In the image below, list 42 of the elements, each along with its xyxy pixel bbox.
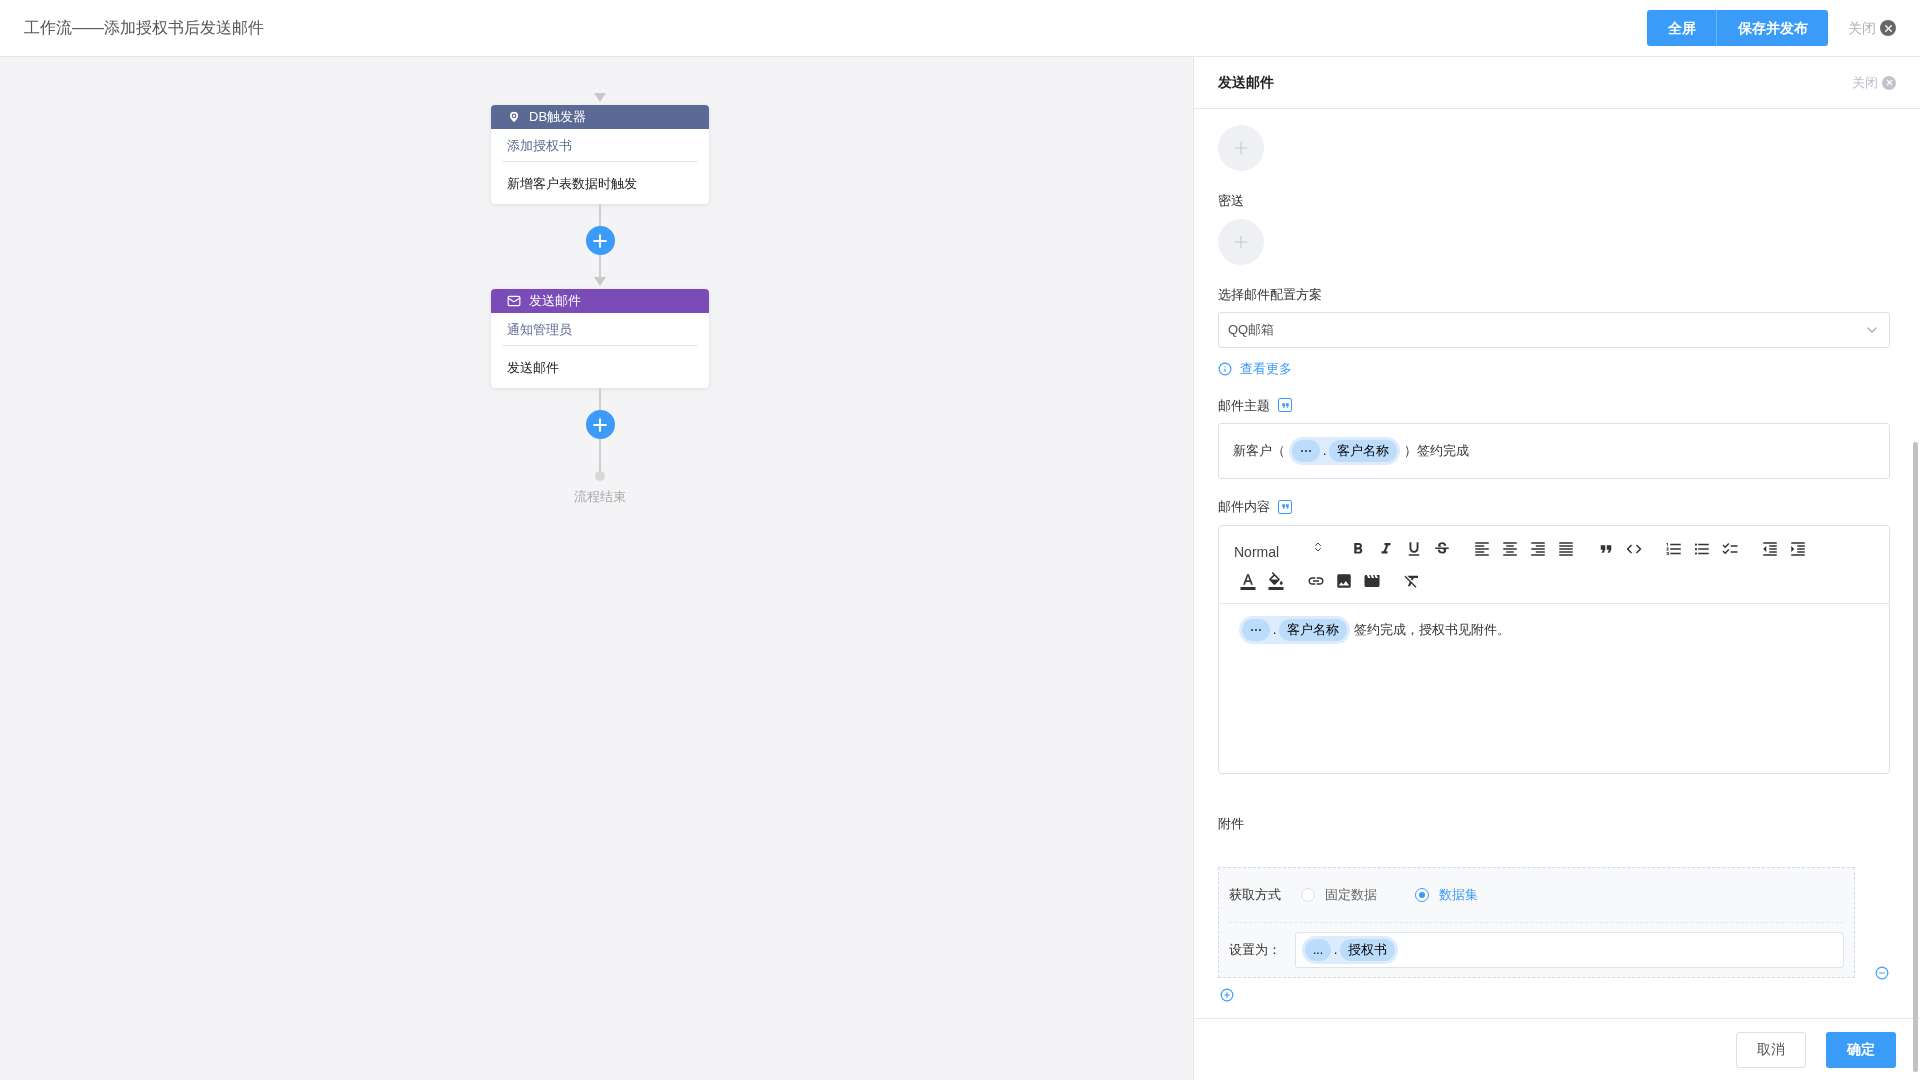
variable-tag[interactable]: ⋯ . 客户名称 xyxy=(1289,437,1401,465)
node-title: 发送邮件 xyxy=(529,292,581,311)
end-label: 流程结束 xyxy=(574,488,626,506)
add-node-button[interactable] xyxy=(585,410,615,439)
subject-text: ）签约完成 xyxy=(1404,442,1470,461)
add-icon xyxy=(1220,988,1234,1002)
set-label: 设置为： xyxy=(1229,941,1281,960)
scrollbar[interactable] xyxy=(1913,442,1918,1072)
config-select[interactable]: QQ邮箱 xyxy=(1218,312,1890,348)
subject-text: 新客户（ xyxy=(1233,442,1285,461)
format-select[interactable]: Normal xyxy=(1234,541,1344,563)
content-editor[interactable]: ⋯ . 客户名称 签约完成，授权书见附件。 xyxy=(1219,603,1889,773)
source-label: 获取方式 xyxy=(1229,886,1281,905)
content-text: 签约完成，授权书见附件。 xyxy=(1354,620,1511,639)
flow-node[interactable]: DB触发器 添加授权书 新增客户表数据时触发 xyxy=(491,105,709,204)
cancel-button[interactable]: 取消 xyxy=(1736,1031,1806,1068)
node-name: 通知管理员 xyxy=(506,322,573,337)
panel-title: 发送邮件 xyxy=(1218,73,1274,92)
attachment-label: 附件 xyxy=(1218,814,1245,833)
add-node-button[interactable] xyxy=(585,226,615,255)
remove-icon xyxy=(1875,966,1889,980)
workflow-title: 工作流——添加授权书后发送邮件 xyxy=(24,18,264,38)
info-icon xyxy=(1218,361,1232,376)
close-icon xyxy=(1880,20,1896,36)
close-icon xyxy=(1882,75,1896,90)
mail-icon xyxy=(507,294,521,308)
content-label: 邮件内容 xyxy=(1218,498,1270,516)
variable-tag[interactable]: ⋯ . 客户名称 xyxy=(1239,615,1351,644)
variable-tag[interactable]: ... . 授权书 xyxy=(1302,936,1399,964)
flow-node[interactable]: 发送邮件 通知管理员 发送邮件 xyxy=(491,289,709,388)
node-description: 新增客户表数据时触发 xyxy=(506,176,638,191)
set-value-field[interactable]: ... . 授权书 xyxy=(1295,932,1844,968)
subject-label: 邮件主题 xyxy=(1218,396,1270,415)
node-title: DB触发器 xyxy=(529,108,587,127)
node-name: 添加授权书 xyxy=(506,138,573,153)
pin-icon xyxy=(507,110,521,124)
bcc-label: 密送 xyxy=(1218,192,1245,210)
up-down-icon xyxy=(1312,541,1324,553)
config-label: 选择邮件配置方案 xyxy=(1218,285,1323,304)
radio-option[interactable]: 固定数据 xyxy=(1301,885,1377,905)
node-description: 发送邮件 xyxy=(506,360,560,375)
subject-field[interactable]: 新客户（ ⋯ . 客户名称 ）签约完成 xyxy=(1218,423,1890,479)
